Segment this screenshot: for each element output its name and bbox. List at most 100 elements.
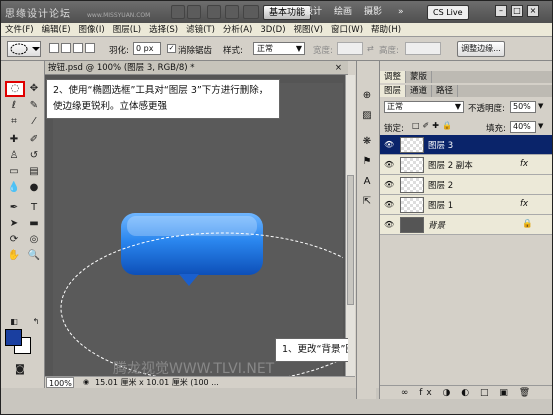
workspace-design[interactable]: 设计 xyxy=(299,5,327,20)
layers-footer-buttons[interactable]: ∞ fx ◑ ◐ □ ▣ 🗑 xyxy=(380,385,552,399)
tab-layers[interactable]: 图层 xyxy=(380,85,407,97)
feather-input[interactable]: 0 px xyxy=(133,42,161,55)
refine-edge-button[interactable]: 调整边缘... xyxy=(457,41,505,57)
history-panel-icon[interactable]: A xyxy=(360,175,374,189)
status-icon[interactable]: ◉ xyxy=(83,377,89,388)
opacity-slider-icon[interactable]: ▼ xyxy=(538,102,543,110)
visibility-eye-icon[interactable]: 👁 xyxy=(384,140,394,149)
menu-analysis[interactable]: 分析(A) xyxy=(219,23,256,36)
fill-input[interactable]: 40% xyxy=(510,121,536,133)
more-workspaces-icon[interactable]: » xyxy=(393,5,409,20)
menu-help[interactable]: 帮助(H) xyxy=(367,23,405,36)
workspace-painting[interactable]: 绘画 xyxy=(329,5,357,20)
visibility-eye-icon[interactable]: 👁 xyxy=(384,220,394,229)
close-window-button[interactable]: × xyxy=(527,5,539,17)
layer-row[interactable]: 👁 图层 1 fx xyxy=(380,195,552,215)
arrange-documents-icon[interactable] xyxy=(243,5,259,19)
tab-adjustments[interactable]: 调整 xyxy=(380,71,407,83)
minimize-button[interactable]: – xyxy=(495,5,507,17)
visibility-eye-icon[interactable]: 👁 xyxy=(384,180,394,189)
lock-buttons[interactable]: □✐✚🔒 xyxy=(412,121,455,130)
layer-effects-icon[interactable]: fx xyxy=(520,199,528,209)
layer-effects-icon[interactable]: fx xyxy=(520,159,528,169)
menu-layer[interactable]: 图层(L) xyxy=(109,23,145,36)
brushes-panel-icon[interactable]: ❋ xyxy=(360,135,374,149)
lasso-tool-icon[interactable]: ℓ xyxy=(5,99,23,113)
history-brush-icon[interactable]: ↺ xyxy=(25,149,43,163)
launch-bridge-icon[interactable] xyxy=(171,5,185,19)
tool-preset-picker[interactable] xyxy=(7,41,41,57)
swap-colors-icon[interactable]: ↰ xyxy=(27,315,45,329)
shape-tool-icon[interactable]: ▬ xyxy=(25,217,43,231)
masks-panel-icon[interactable]: ▨ xyxy=(360,109,374,123)
menu-3d[interactable]: 3D(D) xyxy=(256,23,289,36)
width-input[interactable] xyxy=(337,42,363,55)
close-document-icon[interactable]: × xyxy=(335,61,342,75)
new-selection-icon[interactable] xyxy=(49,43,59,53)
layer-row[interactable]: 👁 背景 🔒 xyxy=(380,215,552,235)
dodge-tool-icon[interactable]: ● xyxy=(25,181,43,195)
ellipse-marquee-tool[interactable]: ◌ xyxy=(5,81,25,97)
layer-row[interactable]: 👁 图层 2 副本 fx xyxy=(380,155,552,175)
scrollbar-thumb[interactable] xyxy=(347,175,354,305)
zoom-level-icon[interactable] xyxy=(225,5,239,19)
tab-paths[interactable]: 路径 xyxy=(432,85,459,97)
cs-live-button[interactable]: CS Live xyxy=(427,5,469,20)
blend-mode-select[interactable]: 正常 ▼ xyxy=(384,101,464,113)
intersect-selection-icon[interactable] xyxy=(85,43,95,53)
move-tool-icon[interactable]: ✥ xyxy=(25,82,43,96)
tab-channels[interactable]: 通道 xyxy=(406,85,433,97)
workspace-photography[interactable]: 摄影 xyxy=(359,5,387,20)
gradient-tool-icon[interactable]: ▤ xyxy=(25,165,43,179)
layer-row[interactable]: 👁 图层 3 xyxy=(380,135,552,155)
view-extras-icon[interactable] xyxy=(207,5,221,19)
menu-image[interactable]: 图像(I) xyxy=(75,23,109,36)
zoom-field[interactable]: 100% xyxy=(46,377,74,388)
eyedropper-tool-icon[interactable]: ⁄ xyxy=(25,115,43,129)
brush-tool-icon[interactable]: ✐ xyxy=(25,133,43,147)
swap-icon[interactable]: ⇄ xyxy=(367,44,374,53)
3d-rotate-icon[interactable]: ⟳ xyxy=(5,233,23,247)
quick-mask-icon[interactable]: ◙ xyxy=(11,363,29,377)
maximize-button[interactable]: □ xyxy=(511,5,523,17)
actions-panel-icon[interactable]: ⇱ xyxy=(360,195,374,209)
hand-tool-icon[interactable]: ✋ xyxy=(5,249,23,263)
menu-window[interactable]: 窗口(W) xyxy=(327,23,367,36)
visibility-eye-icon[interactable]: 👁 xyxy=(384,160,394,169)
fill-slider-icon[interactable]: ▼ xyxy=(538,122,543,130)
style-select[interactable]: 正常 ▼ xyxy=(253,42,305,55)
antialias-checkbox[interactable]: ✓ xyxy=(167,44,176,53)
document-tab[interactable]: 按钮.psd @ 100% (图层 3, RGB/8) * × xyxy=(45,61,348,75)
clone-source-icon[interactable]: ⚑ xyxy=(360,155,374,169)
default-colors-icon[interactable]: ◧ xyxy=(5,315,23,329)
vertical-scrollbar[interactable] xyxy=(345,75,355,376)
healing-brush-icon[interactable]: ✚ xyxy=(5,133,23,147)
height-input[interactable] xyxy=(405,42,441,55)
eraser-tool-icon[interactable]: ▭ xyxy=(5,165,23,179)
menu-filter[interactable]: 滤镜(T) xyxy=(182,23,219,36)
type-tool-icon[interactable]: T xyxy=(25,201,43,215)
path-select-icon[interactable]: ➤ xyxy=(5,217,23,231)
layer-row[interactable]: 👁 图层 2 xyxy=(380,175,552,195)
subtract-selection-icon[interactable] xyxy=(73,43,83,53)
menu-select[interactable]: 选择(S) xyxy=(145,23,182,36)
clone-stamp-icon[interactable]: ♙ xyxy=(5,149,23,163)
visibility-eye-icon[interactable]: 👁 xyxy=(384,200,394,209)
tab-masks[interactable]: 蒙版 xyxy=(406,71,433,83)
zoom-tool-icon[interactable]: 🔍 xyxy=(25,249,43,263)
document-canvas[interactable]: 腾龙视觉WWW.TLVI.NET xyxy=(53,83,348,376)
crop-tool-icon[interactable]: ⌗ xyxy=(5,115,23,129)
foreground-color-swatch[interactable] xyxy=(5,329,22,346)
add-selection-icon[interactable] xyxy=(61,43,71,53)
menu-file[interactable]: 文件(F) xyxy=(1,23,38,36)
canvas-area[interactable]: 腾龙视觉WWW.TLVI.NET 2、使用“椭圆选框”工具对“图层 3”下方进行… xyxy=(45,75,348,376)
menu-view[interactable]: 视图(V) xyxy=(290,23,327,36)
3d-orbit-icon[interactable]: ◎ xyxy=(25,233,43,247)
opacity-input[interactable]: 50% xyxy=(510,101,536,113)
adjustments-panel-icon[interactable]: ⊕ xyxy=(360,89,374,103)
quick-select-tool-icon[interactable]: ✎ xyxy=(25,99,43,113)
menu-edit[interactable]: 编辑(E) xyxy=(38,23,75,36)
launch-minibridge-icon[interactable] xyxy=(187,5,201,19)
pen-tool-icon[interactable]: ✒ xyxy=(5,201,23,215)
blur-tool-icon[interactable]: 💧 xyxy=(5,181,23,195)
